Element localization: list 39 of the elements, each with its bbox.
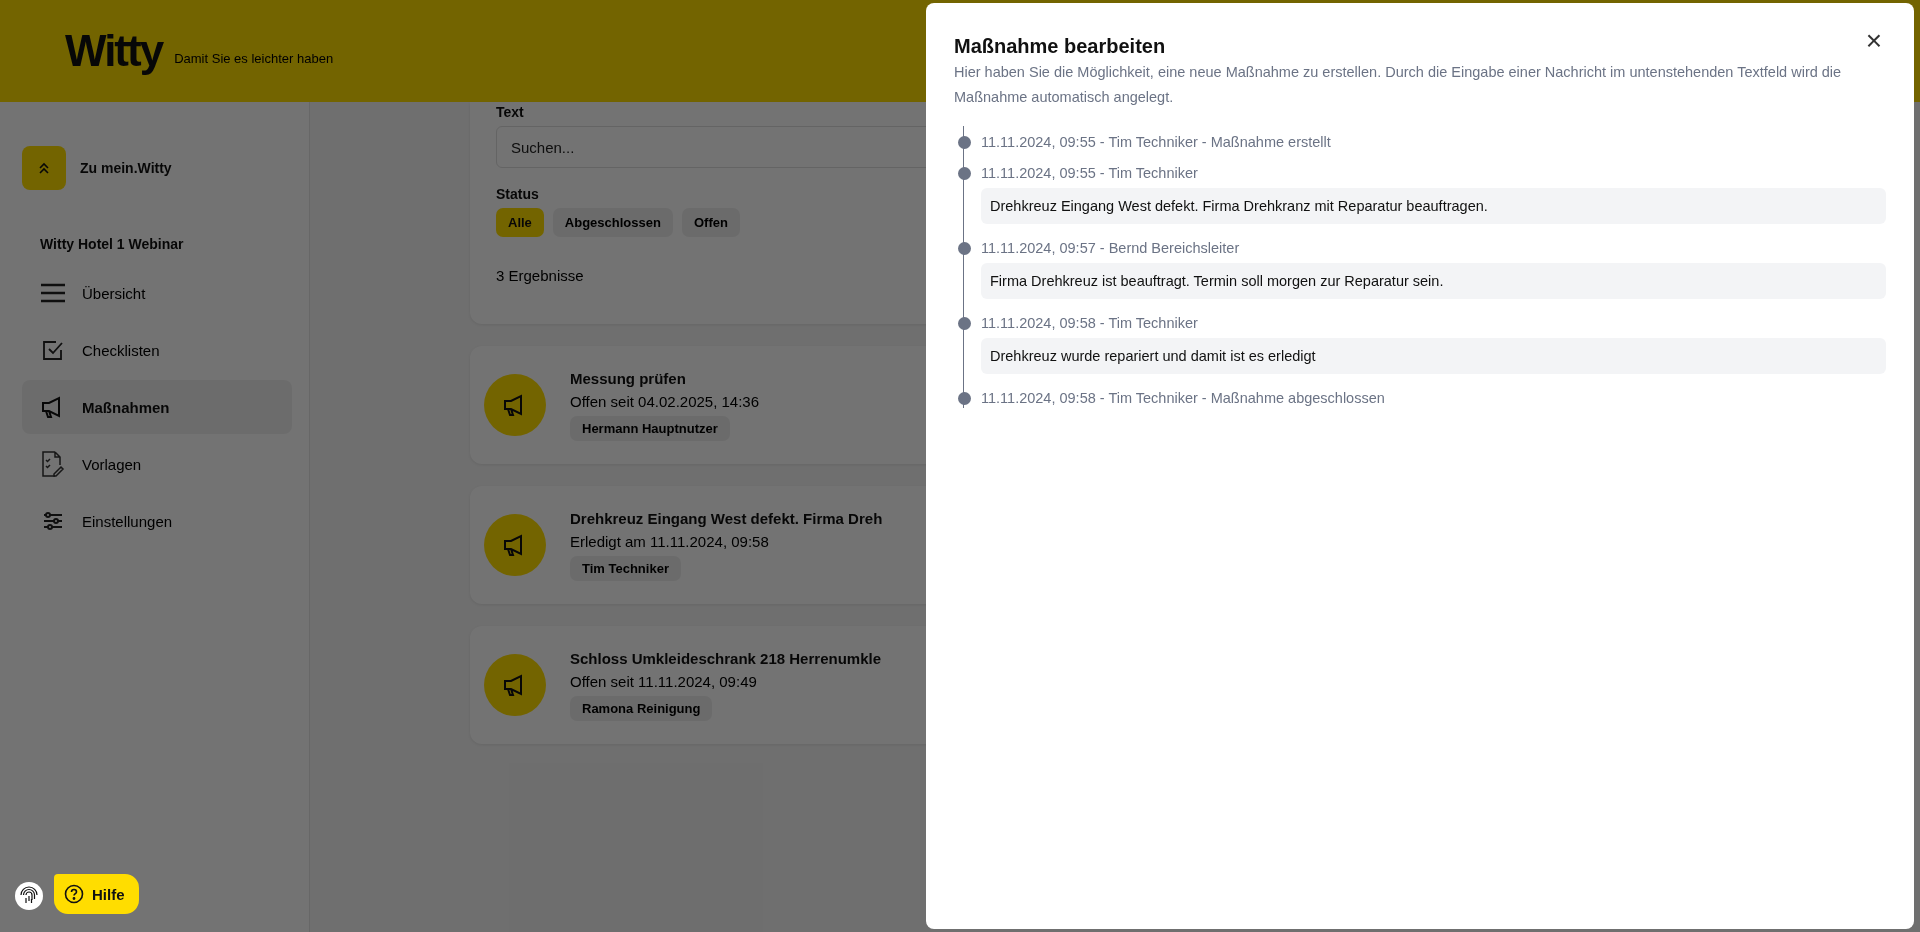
nav-item[interactable]: Einstellungen	[22, 494, 292, 548]
tagline: Damit Sie es leichter haben	[174, 50, 334, 66]
task-title: Messung prüfen	[570, 369, 686, 387]
list-icon	[40, 282, 66, 304]
task-title: Schloss Umkleideschrank 218 Herrenumkle	[570, 649, 881, 667]
task-title: Drehkreuz Eingang West defekt. Firma Dreh	[570, 509, 883, 527]
field-label: Text	[496, 104, 524, 120]
nav-item[interactable]: Übersicht	[22, 266, 292, 320]
field-label: Status	[496, 186, 539, 202]
person-tag: Ramona Reinigung	[570, 695, 713, 721]
close-button[interactable]: ×	[1861, 27, 1886, 55]
task-status: Erledigt am 11.11.2024, 09:58	[570, 532, 769, 550]
message-bubble: Firma Drehkreuz ist beauftragt. Termin soll morgen zur Reparatur sein.	[981, 263, 1886, 299]
result-count: 3 Ergebnisse	[496, 267, 584, 284]
status-filter-chip[interactable]: Abgeschlossen	[552, 208, 673, 237]
nav-item[interactable]: Maßnahmen	[22, 380, 292, 434]
chevrons-up-icon	[22, 146, 66, 190]
document-pencil-icon	[40, 451, 66, 477]
logo: Witty	[65, 26, 163, 76]
back-link[interactable]: Zu mein.Witty	[22, 146, 291, 190]
drawer-description: Hier haben Sie die Möglichkeit, eine neue Maßnahme zu erstellen. Durch die Eingabe einer Nachricht im untenstehenden Textfeld wird die Maßnahme automatisch angelegt.	[954, 63, 1843, 107]
person-tag: Hermann Hauptnutzer	[570, 415, 730, 441]
timeline-meta: 11.11.2024, 09:58 - Tim Techniker	[981, 314, 1199, 333]
timeline-meta: 11.11.2024, 09:57 - Bernd Bereichsleiter	[981, 239, 1241, 258]
nav-item[interactable]: Vorlagen	[22, 437, 292, 491]
status-filter-chip[interactable]: Offen	[681, 208, 740, 237]
task-status: Offen seit 11.11.2024, 09:49	[570, 672, 757, 690]
help-button[interactable]: Hilfe	[54, 874, 139, 914]
message-bubble: Drehkreuz wurde repariert und damit ist es erledigt	[981, 338, 1886, 374]
nav-item[interactable]: Checklisten	[22, 323, 292, 377]
message-bubble: Drehkreuz Eingang West defekt. Firma Drehkranz mit Reparatur beauftragen.	[981, 188, 1886, 224]
timeline-meta: 11.11.2024, 09:58 - Tim Techniker - Maßnahme abgeschlossen	[981, 389, 1386, 408]
question-icon	[64, 884, 84, 904]
checkbox-icon	[40, 339, 66, 361]
person-tag: Tim Techniker	[570, 555, 681, 581]
task-status: Offen seit 04.02.2025, 14:36	[570, 392, 760, 410]
section-title: Witty Hotel 1 Webinar	[39, 236, 185, 252]
drawer-title: Maßnahme bearbeiten	[954, 35, 1166, 58]
status-filter-chip[interactable]: Alle	[496, 208, 544, 237]
